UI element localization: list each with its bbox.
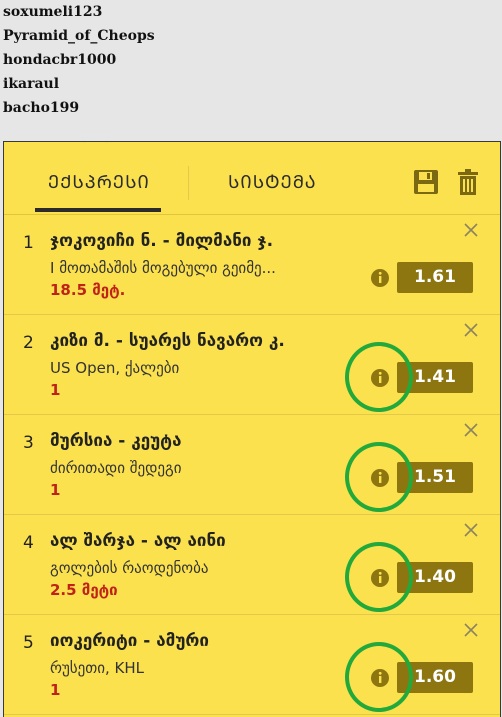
username: Pyramid_of_Cheops (3, 28, 155, 44)
bet-number: 1 (23, 233, 34, 253)
bet-row: 3 მურსია - კეუტა ძირითადი შედეგი 1 1.51 (4, 415, 500, 515)
bet-teams: ალ შარჯა - ალ აინი (50, 531, 226, 551)
close-icon[interactable] (462, 221, 480, 239)
bet-number: 2 (23, 333, 34, 353)
bet-row: 2 კიზი მ. - სუარეს ნავარო კ. US Open, ქა… (4, 315, 500, 415)
bet-market: I მოთამაშის მოგებული გეიმე... (50, 259, 276, 277)
betslip-panel: ᲔᲥᲡᲞᲠᲔᲡᲘ ᲡᲘᲡᲢᲔᲛᲐ 1 ჯოკოვიჩი ნ. - მილმანი… (3, 141, 501, 717)
bet-pick: 1 (50, 681, 61, 699)
bet-pick: 1 (50, 481, 61, 499)
highlight-circle (345, 342, 413, 412)
bet-number: 5 (23, 633, 34, 653)
bet-market: ძირითადი შედეგი (50, 459, 182, 477)
active-tab-indicator (35, 208, 161, 212)
close-icon[interactable] (462, 521, 480, 539)
bet-pick: 18.5 მეტ. (50, 281, 126, 299)
bet-number: 3 (23, 433, 34, 453)
trash-icon[interactable] (454, 168, 482, 196)
username-list: soxumeli123 Pyramid_of_Cheops hondacbr10… (3, 0, 155, 120)
bet-market: გოლების რაოდენობა (50, 559, 209, 577)
close-icon[interactable] (462, 421, 480, 439)
highlight-circle (345, 542, 413, 612)
info-icon[interactable] (370, 268, 390, 288)
odds-button[interactable]: 1.61 (397, 262, 473, 293)
bet-pick: 2.5 მეტი (50, 581, 118, 599)
save-icon[interactable] (412, 168, 440, 196)
bet-row: 1 ჯოკოვიჩი ნ. - მილმანი ჯ. I მოთამაშის მ… (4, 215, 500, 315)
username: ikaraul (3, 76, 60, 92)
tab-divider (188, 166, 189, 200)
username: soxumeli123 (3, 4, 103, 20)
tab-express[interactable]: ᲔᲥᲡᲞᲠᲔᲡᲘ (48, 170, 150, 194)
bet-teams: ჯოკოვიჩი ნ. - მილმანი ჯ. (50, 231, 274, 251)
tab-system[interactable]: ᲡᲘᲡᲢᲔᲛᲐ (228, 170, 317, 194)
bet-market: US Open, ქალები (50, 359, 180, 377)
bet-teams: მურსია - კეუტა (50, 431, 182, 451)
close-icon[interactable] (462, 321, 480, 339)
bet-row: 5 იოკერიტი - ამური რუსეთი, KHL 1 1.60 (4, 615, 500, 715)
bet-teams: იოკერიტი - ამური (50, 631, 209, 651)
bet-number: 4 (23, 533, 34, 553)
highlight-circle (345, 642, 413, 712)
betslip-tabs: ᲔᲥᲡᲞᲠᲔᲡᲘ ᲡᲘᲡᲢᲔᲛᲐ (4, 142, 500, 215)
highlight-circle (345, 442, 413, 512)
username: hondacbr1000 (3, 52, 117, 68)
close-icon[interactable] (462, 621, 480, 639)
bet-market: რუსეთი, KHL (50, 659, 145, 677)
bet-pick: 1 (50, 381, 61, 399)
bet-teams: კიზი მ. - სუარეს ნავარო კ. (50, 331, 285, 351)
username: bacho199 (3, 100, 80, 116)
bet-row: 4 ალ შარჯა - ალ აინი გოლების რაოდენობა 2… (4, 515, 500, 615)
